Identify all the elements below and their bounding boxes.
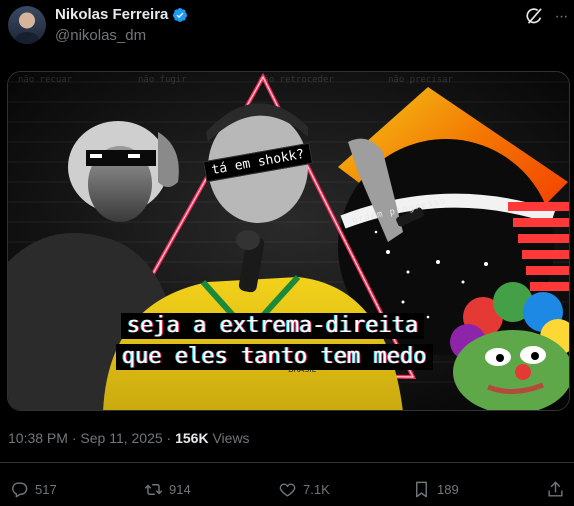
like-button[interactable]: 7.1K: [278, 478, 330, 500]
tweet-time[interactable]: 10:38 PM: [8, 430, 68, 446]
tweet-meta: 10:38 PM · Sep 11, 2025 · 156K Views: [8, 430, 250, 446]
heart-icon: [279, 483, 296, 497]
grok-icon[interactable]: [524, 6, 544, 26]
reply-icon: [12, 481, 28, 497]
views-label: Views: [208, 430, 250, 446]
action-bar: 517 914 7.1K 189: [0, 478, 574, 500]
meta-separator-2: ·: [162, 430, 176, 446]
meta-separator: ·: [67, 430, 81, 446]
reply-button[interactable]: 517: [10, 478, 57, 500]
caption-line-2: que eles tanto tem medo: [116, 344, 433, 370]
repost-button[interactable]: 914: [144, 478, 191, 500]
views-count: 156K: [175, 430, 209, 446]
author-name-row: Nikolas Ferreira: [55, 6, 188, 23]
share-button[interactable]: [546, 478, 565, 500]
tweet: Nikolas Ferreira @nikolas_dm ··· tá em s…: [0, 0, 574, 506]
avatar[interactable]: [8, 6, 46, 44]
tweet-header: Nikolas Ferreira @nikolas_dm ···: [0, 0, 574, 60]
bookmark-button[interactable]: 189: [412, 478, 459, 500]
more-icon[interactable]: ···: [552, 8, 570, 26]
bookmark-icon: [416, 481, 427, 497]
divider: [0, 462, 574, 463]
tweet-media-image[interactable]: BRASIL não recuar não fugir não re: [7, 71, 570, 411]
author-handle[interactable]: @nikolas_dm: [55, 27, 146, 44]
repost-icon: [144, 483, 163, 495]
caption-line-1: seja a extrema-direita: [121, 313, 425, 339]
share-icon: [548, 481, 563, 497]
author-display-name[interactable]: Nikolas Ferreira: [55, 6, 168, 23]
tweet-date[interactable]: Sep 11, 2025: [80, 430, 162, 446]
verified-badge-icon: [173, 7, 188, 22]
bookmark-count: 189: [437, 481, 459, 497]
reply-count: 517: [35, 481, 57, 497]
like-count: 7.1K: [303, 481, 330, 497]
repost-count: 914: [169, 481, 191, 497]
